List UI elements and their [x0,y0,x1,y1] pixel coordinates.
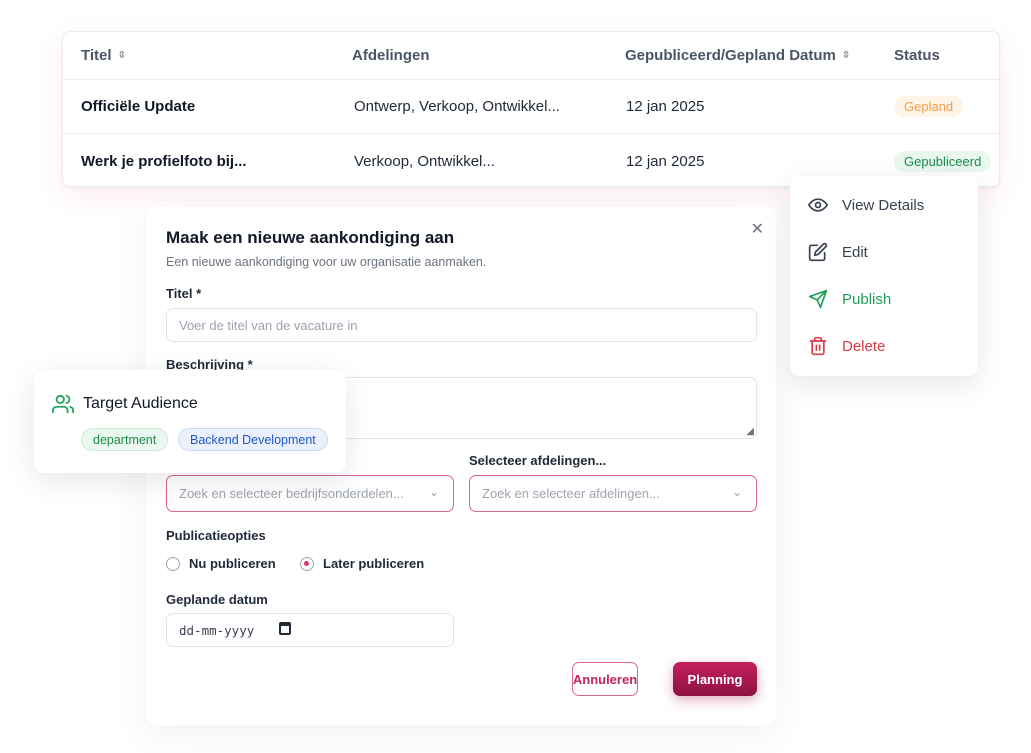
sort-icon[interactable]: ⇳ [842,50,850,61]
menu-item-edit[interactable]: Edit [808,242,868,262]
menu-item-publish[interactable]: Publish [808,289,891,309]
schedule-button[interactable]: Planning [673,662,757,696]
row-date: 12 jan 2025 [626,152,705,170]
row-title: Werk je profielfoto bij... [81,152,247,170]
menu-item-view-details[interactable]: View Details [808,195,924,215]
target-audience-header: Target Audience [52,393,198,415]
radio-publish-now[interactable]: Nu publiceren [166,556,276,571]
sort-icon[interactable]: ⇳ [118,50,126,61]
announcements-table: Titel ⇳ Afdelingen Gepubliceerd/Gepland … [62,31,1000,187]
row-title: Officiële Update [81,98,196,115]
menu-item-delete[interactable]: Delete [808,336,885,356]
scheduled-date-label: Geplande datum [166,592,268,607]
scheduled-date-input[interactable]: dd-mm-yyyy [166,613,454,647]
target-audience-title: Target Audience [83,395,198,412]
chevron-down-icon: ⌄ [731,485,742,499]
row-actions-menu: View Details Edit Publish Delete [790,176,978,376]
radio-checked-icon [300,556,314,571]
audience-tag: Backend Development [178,428,328,451]
title-label: Titel * [166,286,202,301]
publish-options-label: Publicatieopties [166,528,266,543]
radio-publish-later[interactable]: Later publiceren [300,556,424,571]
column-status: Status [894,47,940,64]
radio-unchecked-icon [166,556,180,571]
close-icon[interactable]: ✕ [751,219,764,239]
row-date: 12 jan 2025 [626,98,705,115]
audience-tag: department [81,428,169,451]
row-departments: Ontwerp, Verkoop, Ontwikkel... [354,98,560,115]
table-header: Titel ⇳ Afdelingen Gepubliceerd/Gepland … [63,32,999,80]
business-units-select[interactable]: Zoek en selecteer bedrijfsonderdelen... … [166,475,454,512]
edit-icon [808,242,828,262]
eye-icon [808,198,828,212]
dialog-title: Maak een nieuwe aankondiging aan [166,228,455,247]
cancel-button[interactable]: Annuleren [572,662,638,696]
title-input[interactable]: Voer de titel van de vacature in [166,308,757,342]
chevron-down-icon: ⌄ [428,485,439,499]
row-departments: Verkoop, Ontwikkel... [354,152,495,170]
calendar-icon[interactable] [279,622,291,635]
trash-icon [809,336,827,356]
column-departments: Afdelingen [352,47,430,64]
table-row[interactable]: Officiële Update Ontwerp, Verkoop, Ontwi… [63,80,999,134]
departments-select[interactable]: Zoek en selecteer afdelingen... ⌄ [469,475,757,512]
users-icon [52,394,74,414]
resize-handle-icon[interactable]: ◢ [746,426,754,437]
target-audience-card: Target Audience department Backend Devel… [34,370,346,473]
column-title[interactable]: Titel ⇳ [81,32,126,79]
dialog-description: Een nieuwe aankondiging voor uw organisa… [166,255,487,269]
send-icon [808,289,828,309]
status-badge: Gepland [894,96,964,117]
column-date[interactable]: Gepubliceerd/Gepland Datum ⇳ [625,32,850,79]
status-badge: Gepubliceerd [894,150,992,172]
departments-label: Selecteer afdelingen... [469,453,607,468]
